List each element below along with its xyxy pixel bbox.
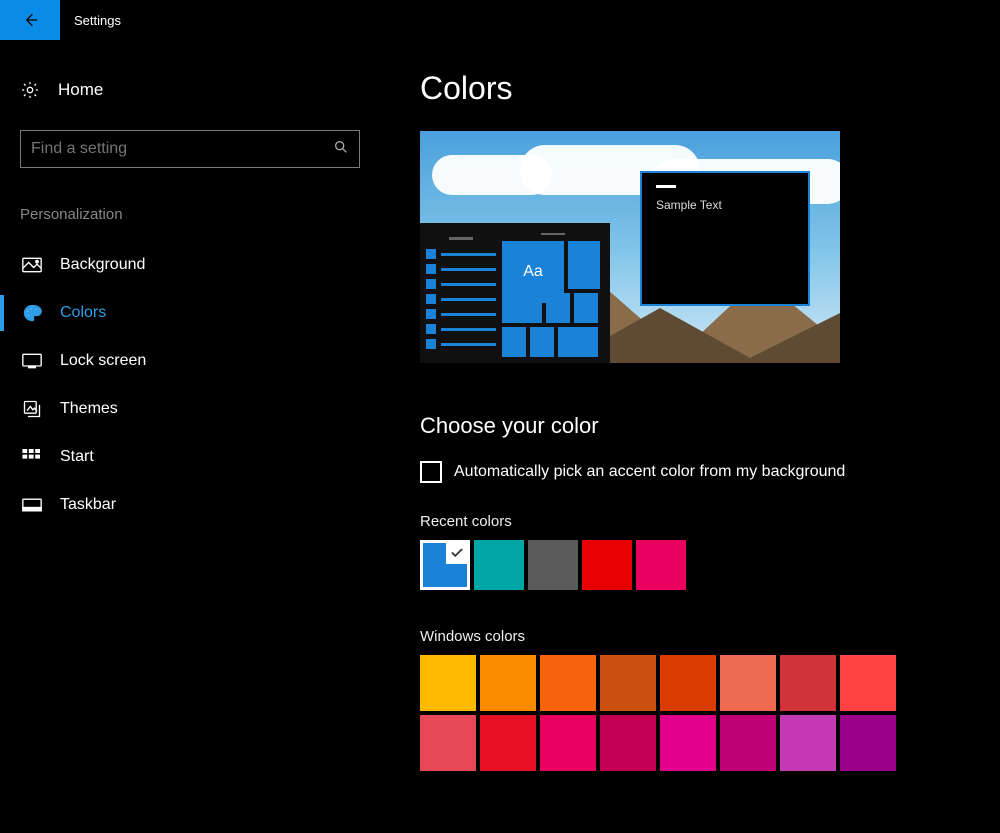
back-arrow-icon [22, 12, 38, 28]
back-button[interactable] [0, 0, 60, 40]
search-box[interactable] [20, 130, 360, 168]
choose-color-heading: Choose your color [420, 413, 960, 439]
windows-color-swatch[interactable] [420, 715, 476, 771]
windows-color-swatch[interactable] [840, 655, 896, 711]
recent-colors-label: Recent colors [420, 513, 960, 530]
titlebar: Settings [0, 0, 1000, 40]
windows-color-swatch[interactable] [720, 655, 776, 711]
windows-color-swatch[interactable] [660, 655, 716, 711]
nav-item-label: Colors [60, 304, 106, 322]
recent-color-swatch[interactable] [636, 540, 686, 590]
sidebar: Home Personalization Background Colors Loc… [0, 40, 370, 833]
section-label: Personalization [20, 206, 370, 223]
start-icon [22, 449, 42, 465]
nav-item-colors[interactable]: Colors [20, 289, 370, 337]
auto-pick-checkbox[interactable] [420, 461, 442, 483]
windows-color-swatch[interactable] [540, 655, 596, 711]
background-icon [22, 257, 42, 273]
page-title: Colors [420, 70, 960, 107]
nav-item-start[interactable]: Start [20, 433, 370, 481]
recent-color-swatch[interactable] [582, 540, 632, 590]
windows-color-swatch[interactable] [540, 715, 596, 771]
home-button[interactable]: Home [20, 70, 370, 110]
recent-color-swatch[interactable] [474, 540, 524, 590]
nav-item-label: Lock screen [60, 352, 146, 370]
nav-item-themes[interactable]: Themes [20, 385, 370, 433]
windows-color-swatch[interactable] [480, 715, 536, 771]
taskbar-icon [22, 498, 42, 512]
preview-start-tiles: Aa [502, 233, 604, 357]
nav-item-label: Background [60, 256, 145, 274]
windows-color-swatch[interactable] [840, 715, 896, 771]
checkmark-icon [446, 542, 468, 564]
windows-color-swatch[interactable] [600, 655, 656, 711]
windows-colors-grid [420, 655, 960, 771]
recent-color-swatch[interactable] [528, 540, 578, 590]
color-preview: Aa Sample Text [420, 131, 840, 363]
window-title: Settings [74, 13, 121, 28]
windows-color-swatch[interactable] [720, 715, 776, 771]
windows-color-swatch[interactable] [600, 715, 656, 771]
windows-color-swatch[interactable] [780, 655, 836, 711]
colors-icon [22, 303, 42, 323]
search-input[interactable] [31, 140, 333, 158]
windows-color-swatch[interactable] [480, 655, 536, 711]
nav-item-label: Start [60, 448, 94, 466]
nav-item-background[interactable]: Background [20, 241, 370, 289]
preview-window: Sample Text [640, 171, 810, 306]
windows-color-swatch[interactable] [420, 655, 476, 711]
windows-color-swatch[interactable] [660, 715, 716, 771]
nav-item-label: Themes [60, 400, 118, 418]
auto-pick-checkbox-row[interactable]: Automatically pick an accent color from … [420, 461, 960, 483]
auto-pick-label: Automatically pick an accent color from … [454, 463, 845, 481]
preview-start-list [426, 233, 496, 357]
preview-window-text: Sample Text [656, 198, 794, 212]
recent-colors-row [420, 540, 960, 590]
lockscreen-icon [22, 353, 42, 369]
recent-color-swatch[interactable] [420, 540, 470, 590]
nav-item-taskbar[interactable]: Taskbar [20, 481, 370, 529]
preview-start-menu: Aa [420, 223, 610, 363]
gear-icon [20, 80, 40, 100]
windows-colors-label: Windows colors [420, 628, 960, 645]
home-label: Home [58, 80, 103, 100]
content-area: Colors [370, 40, 1000, 833]
windows-color-swatch[interactable] [780, 715, 836, 771]
nav-item-lockscreen[interactable]: Lock screen [20, 337, 370, 385]
themes-icon [22, 399, 42, 419]
search-icon [333, 139, 349, 159]
nav-item-label: Taskbar [60, 496, 116, 514]
